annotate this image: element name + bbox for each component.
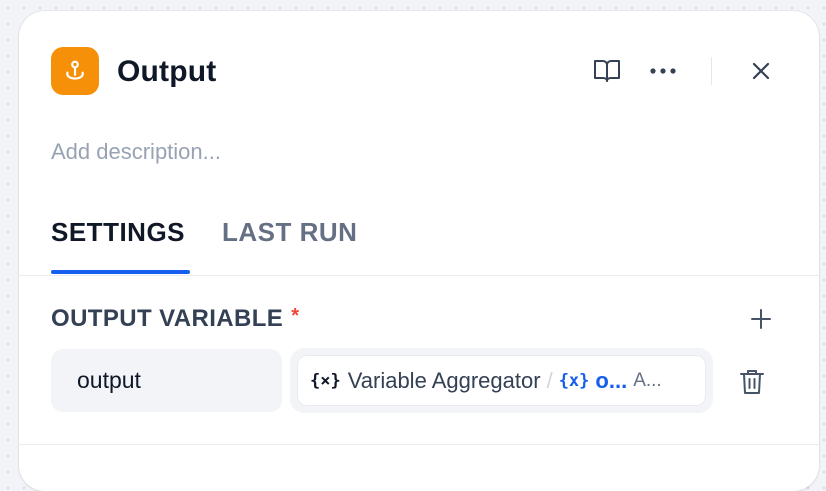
- node-title: Output: [117, 55, 217, 88]
- close-icon[interactable]: [745, 57, 777, 85]
- output-node-icon: [51, 47, 99, 95]
- more-icon[interactable]: [645, 57, 681, 85]
- plus-icon: [751, 309, 771, 329]
- variable-selector[interactable]: {×} Variable Aggregator / {x} o... A...: [290, 348, 713, 413]
- output-variable-label: OUTPUT VARIABLE *: [51, 305, 300, 332]
- variable-icon: {x}: [558, 370, 590, 391]
- variable-reference: {×} Variable Aggregator / {x} o... A...: [298, 356, 705, 405]
- variable-name-field[interactable]: output: [51, 349, 282, 412]
- path-separator: /: [546, 367, 553, 393]
- required-marker: *: [291, 305, 300, 327]
- book-icon[interactable]: [589, 57, 625, 85]
- trash-icon: [740, 370, 764, 394]
- source-node-name: Variable Aggregator: [347, 367, 541, 393]
- section-divider: [19, 444, 819, 445]
- active-tab-indicator: [51, 270, 190, 274]
- variable-icon: {×}: [310, 370, 341, 391]
- header-divider: [711, 57, 712, 85]
- delete-variable-button[interactable]: [735, 365, 769, 399]
- variable-type: A...: [633, 369, 662, 391]
- description-input[interactable]: Add description...: [51, 139, 221, 165]
- variable-name: o...: [595, 367, 628, 393]
- tab-last-run[interactable]: LAST RUN: [222, 217, 357, 248]
- add-variable-button[interactable]: [747, 305, 775, 333]
- tab-settings[interactable]: SETTINGS: [51, 217, 185, 248]
- output-node-panel: Output Add description... SETTINGS LAST …: [19, 11, 819, 491]
- tabs-divider: [19, 275, 819, 276]
